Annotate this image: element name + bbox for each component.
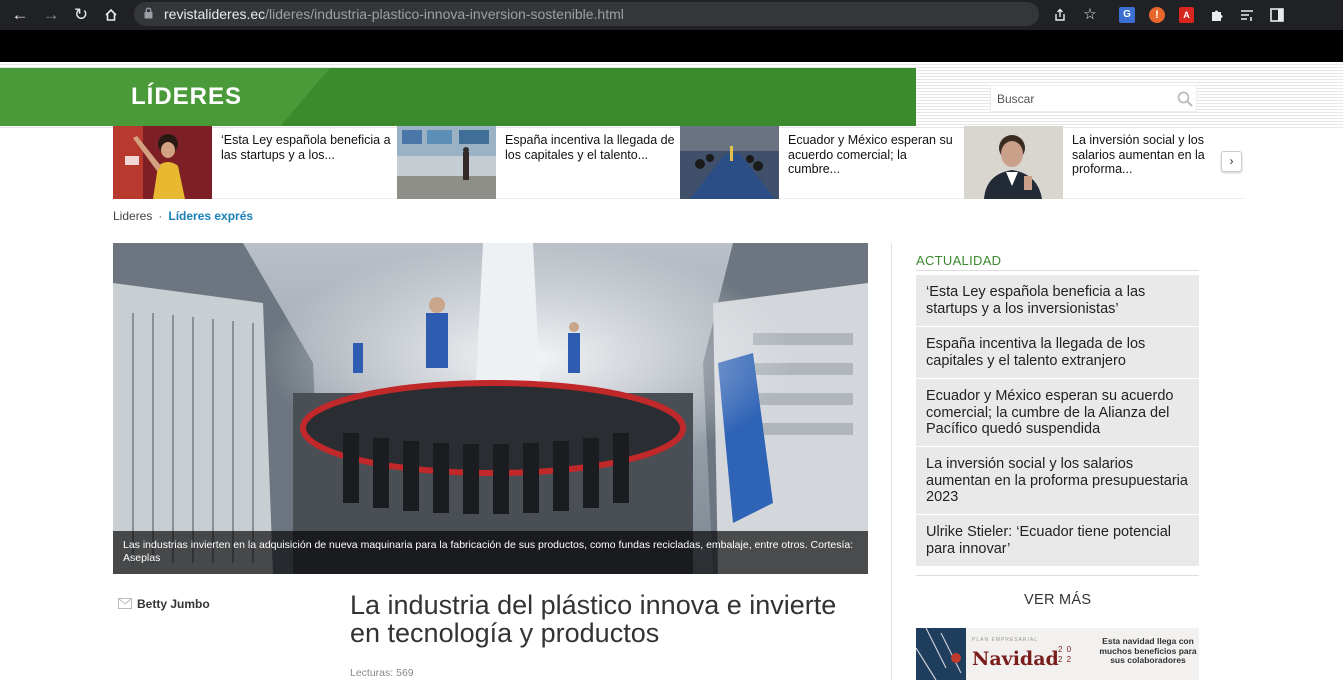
mail-icon[interactable] [118,598,132,609]
teaser-thumbnail[interactable] [680,126,779,199]
back-arrow-icon[interactable]: ← [10,5,30,25]
translate-icon[interactable]: G [1117,5,1137,25]
image-caption: Las industrias invierten en la adquisici… [113,531,868,574]
search-box[interactable] [990,85,1197,112]
extension-warning-icon[interactable]: ! [1147,5,1167,25]
breadcrumb-current[interactable]: Líderes exprés [168,209,253,223]
teaser-title[interactable]: Ecuador y México esperan su acuerdo come… [788,133,960,177]
chevron-right-icon: › [1229,154,1234,168]
sidebar-news-item[interactable]: La inversión social y los salarios aumen… [916,447,1199,515]
teaser-thumbnail[interactable] [964,126,1063,199]
reload-icon[interactable]: ↻ [71,5,91,25]
banner-year: 2 0 2 2 [1058,645,1073,664]
sidebar-news-item[interactable]: Ulrike Stieler: ‘Ecuador tiene potencial… [916,515,1199,567]
bookmark-star-icon[interactable]: ☆ [1080,5,1100,25]
address-bar[interactable]: revistalideres.ec/lideres/industria-plas… [134,2,1039,26]
author-name[interactable]: Betty Jumbo [137,597,210,611]
url-text[interactable]: revistalideres.ec/lideres/industria-plas… [164,6,624,22]
breadcrumb-separator: · [158,209,163,223]
teaser-thumbnail[interactable] [113,126,212,199]
side-panel-icon[interactable] [1267,5,1287,25]
banner-kicker: PLAN EMPRESARIAL [972,637,1039,643]
article-headline: La industria del plástico innova e invie… [350,590,837,648]
teaser-item[interactable]: Ecuador y México esperan su acuerdo come… [680,126,962,199]
search-icon[interactable] [1177,91,1193,107]
teaser-title[interactable]: ‘Esta Ley española beneficia a las start… [221,133,393,162]
sidebar-news-item[interactable]: España incentiva la llegada de los capit… [916,327,1199,379]
sidebar-heading: ACTUALIDAD [916,253,1002,268]
reading-list-icon[interactable] [1237,5,1257,25]
pdf-icon[interactable]: A [1177,5,1197,25]
breadcrumb: Lideres · Líderes exprés [113,209,253,223]
breadcrumb-home[interactable]: Lideres [113,209,152,223]
browser-chrome: ← → ↻ revistalideres.ec/lideres/industri… [0,0,1343,62]
banner-pine-graphic [916,628,966,680]
teaser-thumbnail[interactable] [397,126,496,199]
browser-toolbar: ← → ↻ revistalideres.ec/lideres/industri… [0,0,1343,30]
ad-banner[interactable]: PLAN EMPRESARIAL Navidad 2 0 2 2 Esta na… [916,628,1199,680]
banner-title: Navidad [972,648,1059,670]
teaser-item[interactable]: España incentiva la llegada de los capit… [397,126,679,199]
article-hero-image [113,243,868,574]
teaser-title[interactable]: España incentiva la llegada de los capit… [505,133,677,162]
lock-icon[interactable] [144,7,153,19]
search-input[interactable] [991,86,1171,111]
column-divider [891,243,892,680]
teaser-carousel: ‘Esta Ley española beneficia a las start… [113,126,1245,199]
teaser-item[interactable]: La inversión social y los salarios aumen… [964,126,1246,199]
sidebar-news-item[interactable]: ‘Esta Ley española beneficia a las start… [916,275,1199,327]
sidebar-divider [916,270,1199,271]
teaser-item[interactable]: ‘Esta Ley española beneficia a las start… [113,126,395,199]
sidebar-divider [916,575,1199,576]
teaser-title[interactable]: La inversión social y los salarios aumen… [1072,133,1244,177]
share-icon[interactable] [1050,5,1070,25]
home-icon[interactable] [101,5,121,25]
puzzle-icon[interactable] [1207,5,1227,25]
read-count: Lecturas: 569 [350,667,414,679]
banner-text: Esta navidad llega con muchos beneficios… [1099,636,1197,665]
forward-arrow-icon[interactable]: → [41,5,61,25]
see-more-link[interactable]: VER MÁS [1024,592,1091,608]
sidebar-news-item[interactable]: Ecuador y México esperan su acuerdo come… [916,379,1199,447]
site-logo[interactable]: LÍDERES [131,83,242,111]
carousel-next-button[interactable]: › [1221,151,1242,172]
factory-photo [113,243,868,574]
